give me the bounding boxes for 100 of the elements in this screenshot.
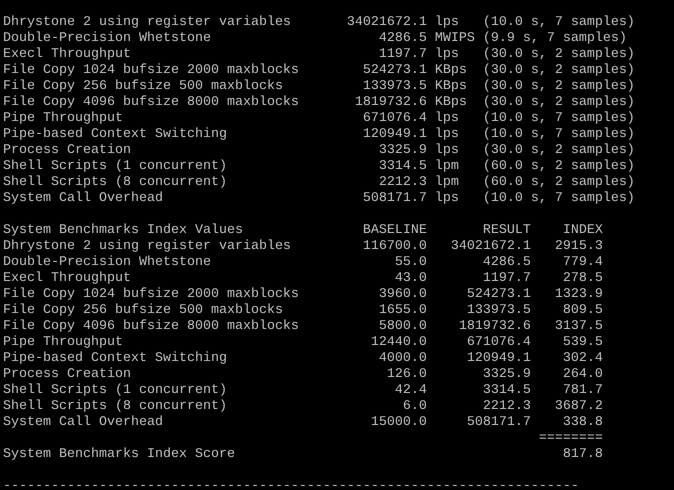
test-name: Process Creation	[3, 143, 132, 159]
run-details: (30.0 s, 2 samples)	[482, 143, 635, 159]
test-name: File Copy 256 bufsize 500 maxblocks	[3, 79, 284, 95]
index-value: 278.5	[562, 271, 603, 287]
unit-label: KBps	[434, 95, 468, 111]
test-name: System Call Overhead	[3, 415, 164, 431]
test-name: Double-Precision Whetstone	[3, 255, 212, 271]
test-name: File Copy 4096 bufsize 8000 maxblocks	[3, 319, 300, 335]
score-value: 817.8	[562, 447, 603, 463]
run-details: (30.0 s, 2 samples)	[482, 95, 635, 111]
test-name: File Copy 1024 bufsize 2000 maxblocks	[3, 63, 300, 79]
unit-label: lps	[434, 15, 460, 31]
index-value: 3687.2	[554, 399, 603, 415]
result-value: 1197.7	[378, 47, 427, 63]
index-value: 2915.3	[554, 239, 603, 255]
baseline-value: 43.0	[394, 271, 427, 287]
index-value: 338.8	[562, 415, 603, 431]
unit-label: lps	[434, 127, 460, 143]
result-value: 4286.5	[482, 255, 531, 271]
result-value: 2212.3	[482, 399, 531, 415]
run-details: (10.0 s, 7 samples)	[482, 111, 635, 127]
column-heading: RESULT	[482, 223, 531, 239]
result-value: 3314.5	[482, 383, 531, 399]
unit-label: lps	[434, 191, 460, 207]
result-value: 671076.4	[362, 111, 427, 127]
run-details: (60.0 s, 2 samples)	[482, 175, 635, 191]
result-value: 120949.1	[466, 351, 531, 367]
unit-label: MWIPS	[434, 31, 475, 47]
run-details: (10.0 s, 7 samples)	[482, 191, 635, 207]
baseline-value: 3960.0	[378, 287, 427, 303]
test-name: Process Creation	[3, 367, 132, 383]
result-value: 524273.1	[362, 63, 427, 79]
result-value: 3314.5	[378, 159, 427, 175]
result-value: 524273.1	[466, 287, 531, 303]
baseline-value: 6.0	[402, 399, 427, 415]
test-name: File Copy 4096 bufsize 8000 maxblocks	[3, 95, 300, 111]
result-value: 1197.7	[482, 271, 531, 287]
result-value: 671076.4	[466, 335, 531, 351]
test-name: Pipe-based Context Switching	[3, 127, 228, 143]
result-value: 2212.3	[378, 175, 427, 191]
index-value: 781.7	[562, 383, 603, 399]
unit-label: lpm	[434, 159, 460, 175]
result-value: 1819732.6	[354, 95, 427, 111]
index-value: 809.5	[562, 303, 603, 319]
test-name: Pipe-based Context Switching	[3, 351, 228, 367]
result-value: 3325.9	[482, 367, 531, 383]
baseline-value: 12440.0	[370, 335, 427, 351]
total-rule: ========	[538, 431, 603, 447]
baseline-value: 55.0	[394, 255, 427, 271]
test-name: Execl Throughput	[3, 47, 132, 63]
run-details: (30.0 s, 2 samples)	[482, 47, 635, 63]
baseline-value: 4000.0	[378, 351, 427, 367]
run-details: (30.0 s, 2 samples)	[482, 63, 635, 79]
result-value: 508171.7	[362, 191, 427, 207]
unit-label: KBps	[434, 63, 468, 79]
baseline-value: 5800.0	[378, 319, 427, 335]
result-value: 4286.5	[378, 31, 427, 47]
column-heading: INDEX	[562, 223, 603, 239]
test-name: Dhrystone 2 using register variables	[3, 15, 292, 31]
test-name: Shell Scripts (1 concurrent)	[3, 383, 228, 399]
result-value: 120949.1	[362, 127, 427, 143]
unit-label: KBps	[434, 79, 468, 95]
run-details: (10.0 s, 7 samples)	[482, 15, 635, 31]
test-name: Execl Throughput	[3, 271, 132, 287]
index-value: 779.4	[562, 255, 603, 271]
unit-label: lps	[434, 47, 460, 63]
test-name: File Copy 1024 bufsize 2000 maxblocks	[3, 287, 300, 303]
result-value: 508171.7	[466, 415, 531, 431]
test-name: System Call Overhead	[3, 191, 164, 207]
test-name: Shell Scripts (8 concurrent)	[3, 399, 228, 415]
index-value: 264.0	[562, 367, 603, 383]
test-name: Double-Precision Whetstone	[3, 31, 212, 47]
dashed-line: ------------------------------------------------------------------------	[3, 479, 579, 490]
test-name: Dhrystone 2 using register variables	[3, 239, 292, 255]
unit-label: lpm	[434, 175, 460, 191]
score-label: System Benchmarks Index Score	[3, 447, 236, 463]
result-value: 1819732.6	[458, 319, 531, 335]
result-value: 34021672.1	[346, 15, 427, 31]
run-details: (30.0 s, 2 samples)	[482, 79, 635, 95]
run-details: (10.0 s, 7 samples)	[482, 127, 635, 143]
result-value: 133973.5	[362, 79, 427, 95]
index-value: 3137.5	[554, 319, 603, 335]
index-value: 302.4	[562, 351, 603, 367]
result-value: 3325.9	[378, 143, 427, 159]
unit-label: lps	[434, 143, 460, 159]
section-heading: System Benchmarks Index Values	[3, 223, 244, 239]
baseline-value: 15000.0	[370, 415, 427, 431]
run-details: (60.0 s, 2 samples)	[482, 159, 635, 175]
test-name: Shell Scripts (8 concurrent)	[3, 175, 228, 191]
test-name: Pipe Throughput	[3, 111, 124, 127]
baseline-value: 1655.0	[378, 303, 427, 319]
index-value: 1323.9	[554, 287, 603, 303]
test-name: Pipe Throughput	[3, 335, 124, 351]
unit-label: lps	[434, 111, 460, 127]
baseline-value: 126.0	[386, 367, 427, 383]
column-heading: BASELINE	[362, 223, 427, 239]
result-value: 133973.5	[466, 303, 531, 319]
baseline-value: 116700.0	[362, 239, 427, 255]
result-value: 34021672.1	[450, 239, 531, 255]
run-details: (9.9 s, 7 samples)	[482, 31, 627, 47]
